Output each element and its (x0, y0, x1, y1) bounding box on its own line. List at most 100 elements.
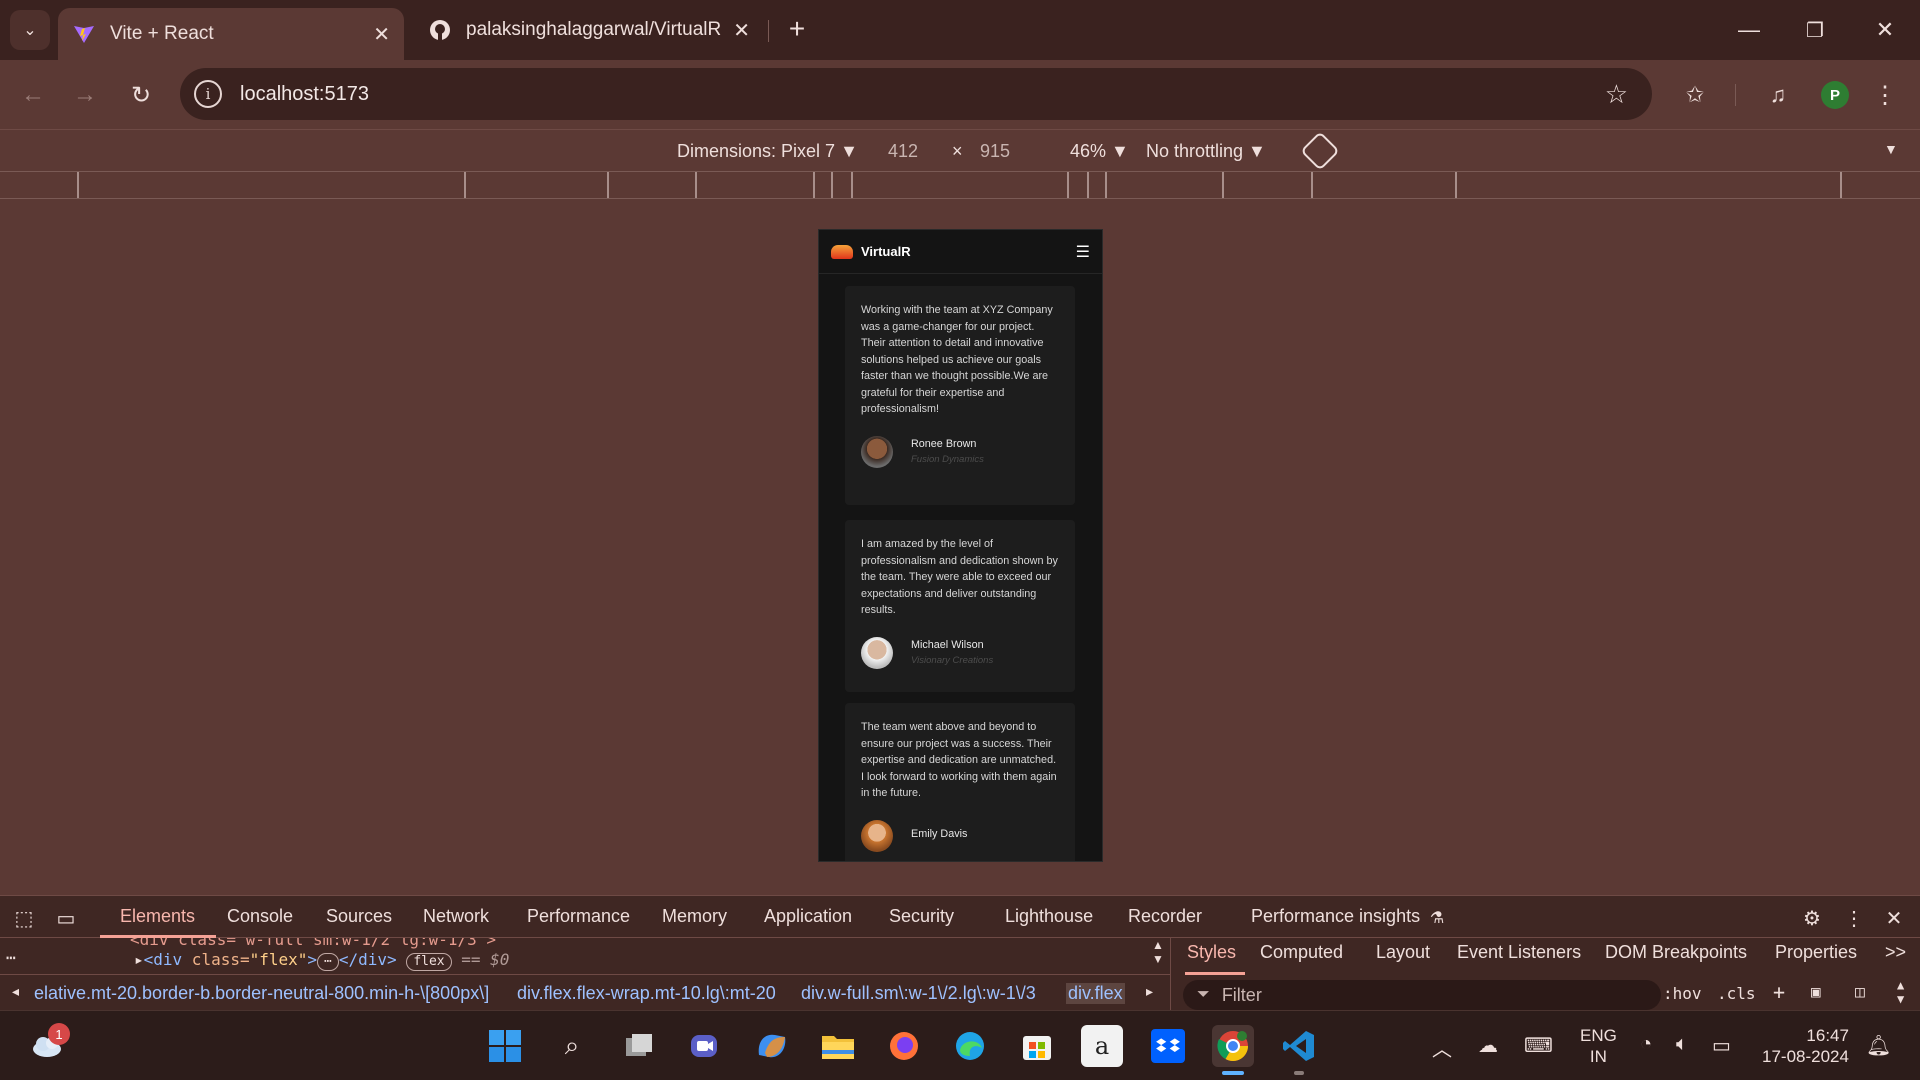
wifi-icon[interactable]: ◔ (1640, 1033, 1652, 1056)
settings-gear-icon[interactable]: ⚙ (1798, 904, 1826, 932)
back-icon[interactable]: ← (14, 76, 52, 114)
dom-ellipsis[interactable]: ⋯ (317, 953, 339, 971)
volume-icon[interactable]: 🔈︎ (1676, 1033, 1688, 1056)
more-menu-icon[interactable]: ⋮ (1866, 76, 1904, 114)
vscode-icon[interactable] (1278, 1025, 1320, 1075)
breadcrumb-item[interactable]: elative.mt-20.border-b.border-neutral-80… (34, 983, 489, 1004)
device-options-chevron-icon[interactable]: ▼ (1884, 141, 1898, 157)
address-bar[interactable]: i localhost:5173 ☆ (180, 68, 1652, 120)
ruler-tick[interactable] (1840, 172, 1842, 198)
paint-brush-icon[interactable]: ▣ (1811, 982, 1821, 1001)
notifications-bell-icon[interactable]: 🔔︎ (1866, 1033, 1891, 1058)
teams-meet-icon[interactable] (684, 1025, 726, 1067)
dropbox-icon[interactable] (1147, 1025, 1189, 1067)
microsoft-store-icon[interactable] (1016, 1025, 1058, 1067)
styles-tab-event-listeners[interactable]: Event Listeners (1457, 942, 1581, 963)
address-url[interactable]: localhost:5173 (240, 83, 369, 106)
toggle-sidebar-icon[interactable]: ◫ (1855, 982, 1865, 1001)
zoom-select[interactable]: 46% ▼ (1070, 141, 1129, 162)
file-explorer-icon[interactable] (817, 1025, 859, 1067)
edge-icon[interactable] (949, 1025, 991, 1067)
copilot-icon[interactable] (751, 1025, 793, 1067)
devtools-tab-network[interactable]: Network (423, 906, 489, 927)
ruler-tick[interactable] (607, 172, 609, 198)
devtools-tab-elements[interactable]: Elements (120, 906, 195, 927)
devtools-more-icon[interactable]: ⋮ (1840, 904, 1868, 932)
favorites-icon[interactable]: ✩ (1676, 76, 1714, 114)
ruler-tick[interactable] (1087, 172, 1089, 198)
tab-vite-react[interactable]: Vite + React ✕ (58, 8, 404, 60)
device-height-input[interactable]: 915 (980, 141, 1010, 162)
tab-github[interactable]: palaksinghalaggarwal/VirtualR ✕ (414, 8, 764, 52)
styles-tab-properties[interactable]: Properties (1775, 942, 1857, 963)
site-brand[interactable]: VirtualR (861, 244, 911, 259)
breadcrumb-item-selected[interactable]: div.flex (1066, 983, 1125, 1004)
close-tab-icon[interactable]: ✕ (733, 18, 750, 43)
device-dimensions-select[interactable]: Dimensions: Pixel 7 ▼ (677, 141, 858, 162)
close-window-button[interactable]: ✕ (1860, 10, 1910, 50)
styles-filter-input[interactable]: ⏷ Filter (1183, 980, 1661, 1010)
styles-scrollbar[interactable]: ▲ ▼ (1897, 978, 1904, 1006)
styles-tab-styles[interactable]: Styles (1187, 942, 1236, 963)
amazon-icon[interactable]: a (1081, 1025, 1123, 1067)
restore-button[interactable]: ❐ (1790, 10, 1840, 50)
onedrive-icon[interactable]: ☁ (1478, 1033, 1498, 1058)
device-width-input[interactable]: 412 (888, 141, 918, 162)
breadcrumb-right-icon[interactable]: ▸ (1146, 983, 1153, 1000)
breadcrumb-left-icon[interactable]: ◂ (12, 983, 19, 1000)
ruler-tick[interactable] (695, 172, 697, 198)
devtools-tab-performance-insights[interactable]: Performance insights (1251, 906, 1420, 927)
ruler-tick[interactable] (464, 172, 466, 198)
rotate-icon[interactable] (1300, 131, 1340, 171)
forward-icon[interactable]: → (66, 76, 104, 114)
styles-tab-computed[interactable]: Computed (1260, 942, 1343, 963)
minimize-button[interactable]: — (1724, 10, 1774, 50)
task-view-icon[interactable] (618, 1025, 660, 1067)
tray-overflow-chevron-icon[interactable]: ︿ (1432, 1033, 1452, 1062)
input-language-indicator[interactable]: ENG IN (1580, 1025, 1617, 1067)
devtools-tab-performance[interactable]: Performance (527, 906, 630, 927)
site-info-icon[interactable]: i (194, 80, 222, 108)
ruler-tick[interactable] (77, 172, 79, 198)
close-tab-icon[interactable]: ✕ (373, 22, 390, 47)
tablet-keyboard-icon[interactable]: ⌨ (1524, 1033, 1553, 1058)
search-icon[interactable]: ⌕ (551, 1025, 593, 1067)
devtools-tab-sources[interactable]: Sources (326, 906, 392, 927)
class-toggle[interactable]: .cls (1717, 984, 1756, 1003)
flex-badge[interactable]: flex (406, 953, 452, 971)
new-style-rule-icon[interactable]: + (1773, 980, 1785, 1004)
breadcrumb-item[interactable]: div.w-full.sm\:w-1\/2.lg\:w-1\/3 (801, 983, 1036, 1004)
ruler-tick[interactable] (851, 172, 853, 198)
tab-search-button[interactable]: ⌄ (10, 10, 50, 50)
ruler-tick[interactable] (1105, 172, 1107, 198)
dom-node-selected[interactable]: ▸<div class="flex"> ⋯ </div> flex == $0 (134, 950, 509, 971)
hover-state-toggle[interactable]: :hov (1663, 984, 1702, 1003)
styles-tab-dom-breakpoints[interactable]: DOM Breakpoints (1605, 942, 1747, 963)
ruler-tick[interactable] (1067, 172, 1069, 198)
devtools-tab-application[interactable]: Application (764, 906, 852, 927)
chrome-icon[interactable] (1212, 1025, 1254, 1075)
ruler-tick[interactable] (813, 172, 815, 198)
devtools-tab-security[interactable]: Security (889, 906, 954, 927)
bookmark-star-icon[interactable]: ☆ (1605, 79, 1628, 110)
ruler-tick[interactable] (1222, 172, 1224, 198)
devtools-tab-recorder[interactable]: Recorder (1128, 906, 1202, 927)
system-clock[interactable]: 16:47 17-08-2024 (1762, 1025, 1849, 1067)
dom-more-dots[interactable]: ⋯ (6, 948, 16, 967)
new-tab-button[interactable]: + (780, 12, 814, 46)
inspect-element-icon[interactable]: ⬚ (10, 904, 38, 932)
styles-tab-overflow[interactable]: >> (1885, 942, 1906, 963)
devtools-tab-memory[interactable]: Memory (662, 906, 727, 927)
windows-start-icon[interactable] (484, 1025, 526, 1067)
ruler-tick[interactable] (831, 172, 833, 198)
battery-icon[interactable]: ▭ (1712, 1033, 1731, 1058)
styles-tab-layout[interactable]: Layout (1376, 942, 1430, 963)
ruler-tick[interactable] (1311, 172, 1313, 198)
profile-avatar[interactable]: P (1821, 81, 1849, 109)
breadcrumb-item[interactable]: div.flex.flex-wrap.mt-10.lg\:mt-20 (517, 983, 776, 1004)
reload-icon[interactable]: ↻ (122, 76, 160, 114)
ruler-tick[interactable] (1455, 172, 1457, 198)
firefox-icon[interactable] (883, 1025, 925, 1067)
device-toolbar-toggle-icon[interactable]: ▭ (52, 904, 80, 932)
throttling-select[interactable]: No throttling ▼ (1146, 141, 1266, 162)
